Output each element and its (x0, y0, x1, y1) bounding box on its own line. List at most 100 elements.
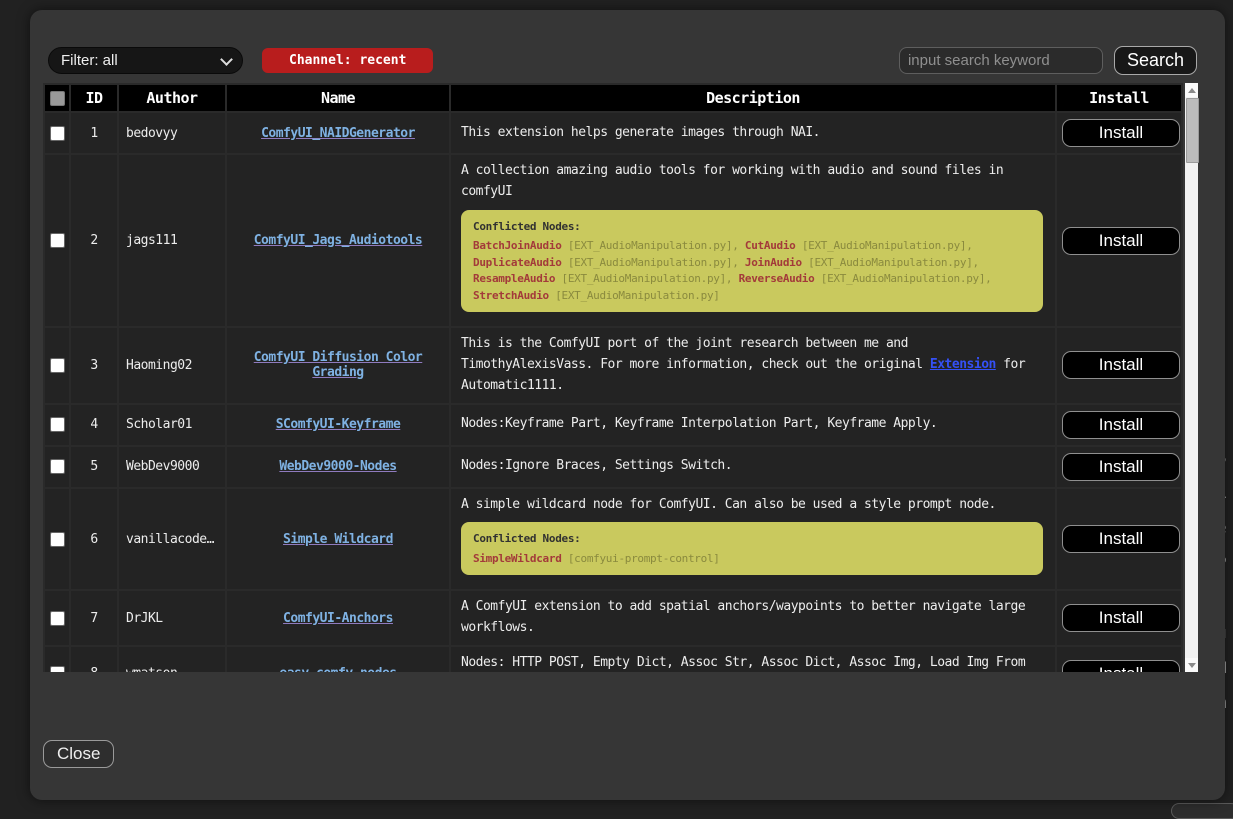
search-input[interactable] (899, 47, 1103, 74)
row-author: vanillacode… (119, 489, 225, 590)
conflicted-node-source: [EXT_AudioManipulation.py] (555, 289, 719, 302)
install-button[interactable]: Install (1062, 525, 1180, 553)
extension-name-link[interactable]: WebDev9000-Nodes (279, 459, 396, 474)
extension-name-link[interactable]: Simple Wildcard (283, 532, 393, 547)
search-button[interactable]: Search (1114, 46, 1197, 75)
row-checkbox[interactable] (50, 459, 65, 474)
row-description-cell: A collection amazing audio tools for wor… (451, 155, 1055, 326)
row-author: Scholar01 (119, 405, 225, 445)
row-checkbox-cell (45, 647, 69, 672)
conflicted-node-name: DuplicateAudio (473, 256, 562, 269)
background-text-fragment: S (1224, 440, 1233, 475)
row-checkbox[interactable] (50, 233, 65, 248)
row-author: Haoming02 (119, 328, 225, 402)
extension-name-link[interactable]: SComfyUI-Keyframe (276, 417, 401, 432)
conflicted-node-source: [EXT_AudioManipulation.py], (802, 239, 973, 252)
conflicted-node-source: [EXT_AudioManipulation.py], (568, 239, 745, 252)
row-name-cell: ComfyUI_NAIDGenerator (227, 113, 449, 153)
row-checkbox-cell (45, 155, 69, 326)
row-checkbox-cell (45, 591, 69, 645)
install-button[interactable]: Install (1062, 119, 1180, 147)
extension-name-link[interactable]: ComfyUI Diffusion Color Grading (254, 350, 423, 380)
row-author: DrJKL (119, 591, 225, 645)
conflicted-node-source: [EXT_AudioManipulation.py], (808, 256, 979, 269)
background-text-fragment: P (1224, 545, 1233, 580)
row-name-cell: WebDev9000-Nodes (227, 447, 449, 487)
close-button[interactable]: Close (43, 740, 114, 768)
table-header-row: ID Author Name Description Install (45, 85, 1181, 111)
row-install-cell: Install (1057, 113, 1181, 153)
conflicted-nodes-list: BatchJoinAudio [EXT_AudioManipulation.py… (473, 238, 1031, 304)
row-description: This extension helps generate images thr… (461, 123, 1045, 144)
conflicted-node-name: ReverseAudio (739, 272, 815, 285)
table-row: 8wmatsoneasy-comfy-nodesNodes: HTTP POST… (45, 647, 1181, 672)
row-id: 8 (71, 647, 117, 672)
table-row: 1bedovyy ComfyUI_NAIDGenerator This extens… (45, 113, 1181, 153)
select-all-checkbox[interactable] (50, 91, 65, 106)
table-row: 4Scholar01 SComfyUI-Keyframe Nodes:Keyfram… (45, 405, 1181, 445)
row-description-cell: Nodes:Keyframe Part, Keyframe Interpolat… (451, 405, 1055, 445)
background-panel-corner (1171, 803, 1233, 819)
row-id: 7 (71, 591, 117, 645)
column-header-name: Name (227, 85, 449, 111)
row-checkbox[interactable] (50, 532, 65, 547)
row-description: A simple wildcard node for ComfyUI. Can … (461, 495, 1045, 516)
install-button[interactable]: Install (1062, 453, 1180, 481)
background-text-fragment: M (1224, 650, 1233, 685)
scroll-up-button[interactable] (1185, 83, 1198, 97)
conflicted-nodes-title: Conflicted Nodes: (473, 218, 1031, 236)
background-text-fragment: m (1224, 685, 1233, 720)
row-name-cell: SComfyUI-Keyframe (227, 405, 449, 445)
row-checkbox[interactable] (50, 417, 65, 432)
row-name-cell: ComfyUI-Anchors (227, 591, 449, 645)
row-author: jags111 (119, 155, 225, 326)
scrollbar-thumb[interactable] (1186, 98, 1199, 163)
row-name-cell: ComfyUI_Jags_Audiotools (227, 155, 449, 326)
nodes-table-zone: ID Author Name Description Install 1bedo… (43, 83, 1200, 672)
filter-select[interactable]: Filter: all (48, 47, 243, 74)
scroll-down-button[interactable] (1185, 658, 1198, 672)
row-description-cell: This is the ComfyUI port of the joint re… (451, 328, 1055, 402)
row-author: WebDev9000 (119, 447, 225, 487)
row-checkbox[interactable] (50, 611, 65, 626)
install-button[interactable]: Install (1062, 227, 1180, 255)
row-name-cell: Simple Wildcard (227, 489, 449, 590)
install-button[interactable]: Install (1062, 411, 1180, 439)
conflicted-node-source: [EXT_AudioManipulation.py], (568, 256, 745, 269)
scroll-up-icon (1188, 88, 1196, 93)
install-button[interactable]: Install (1062, 660, 1180, 672)
conflicted-node-source: [EXT_AudioManipulation.py], (821, 272, 992, 285)
row-description-cell: Nodes: HTTP POST, Empty Dict, Assoc Str,… (451, 647, 1055, 672)
row-checkbox[interactable] (50, 126, 65, 141)
row-checkbox-cell (45, 405, 69, 445)
row-checkbox[interactable] (50, 358, 65, 373)
description-link[interactable]: Extension (930, 357, 996, 372)
extension-name-link[interactable]: easy-comfy-nodes (279, 666, 396, 672)
row-description: A ComfyUI extension to add spatial ancho… (461, 597, 1045, 639)
install-button[interactable]: Install (1062, 604, 1180, 632)
row-install-cell: Install (1057, 405, 1181, 445)
scroll-down-icon (1188, 663, 1196, 668)
extension-name-link[interactable]: ComfyUI-Anchors (283, 611, 393, 626)
install-button[interactable]: Install (1062, 351, 1180, 379)
row-id: 4 (71, 405, 117, 445)
row-id: 1 (71, 113, 117, 153)
row-author: bedovyy (119, 113, 225, 153)
row-checkbox-cell (45, 447, 69, 487)
row-description-cell: Nodes:Ignore Braces, Settings Switch. (451, 447, 1055, 487)
row-install-cell: Install (1057, 591, 1181, 645)
row-description-cell: A simple wildcard node for ComfyUI. Can … (451, 489, 1055, 590)
extension-name-link[interactable]: ComfyUI_NAIDGenerator (261, 126, 415, 141)
background-text-fragment: e (1224, 510, 1233, 545)
row-checkbox-cell (45, 328, 69, 402)
conflicted-nodes-box: Conflicted Nodes:SimpleWildcard [comfyui… (461, 522, 1043, 575)
extension-name-link[interactable]: ComfyUI_Jags_Audiotools (254, 233, 423, 248)
column-header-install: Install (1057, 85, 1181, 111)
row-checkbox[interactable] (50, 666, 65, 672)
row-install-cell: Install (1057, 489, 1181, 590)
background-text-fragment: ( (1224, 580, 1233, 615)
table-scrollbar[interactable] (1185, 83, 1198, 672)
column-header-id: ID (71, 85, 117, 111)
conflicted-node-name: ResampleAudio (473, 272, 555, 285)
row-checkbox-cell (45, 489, 69, 590)
